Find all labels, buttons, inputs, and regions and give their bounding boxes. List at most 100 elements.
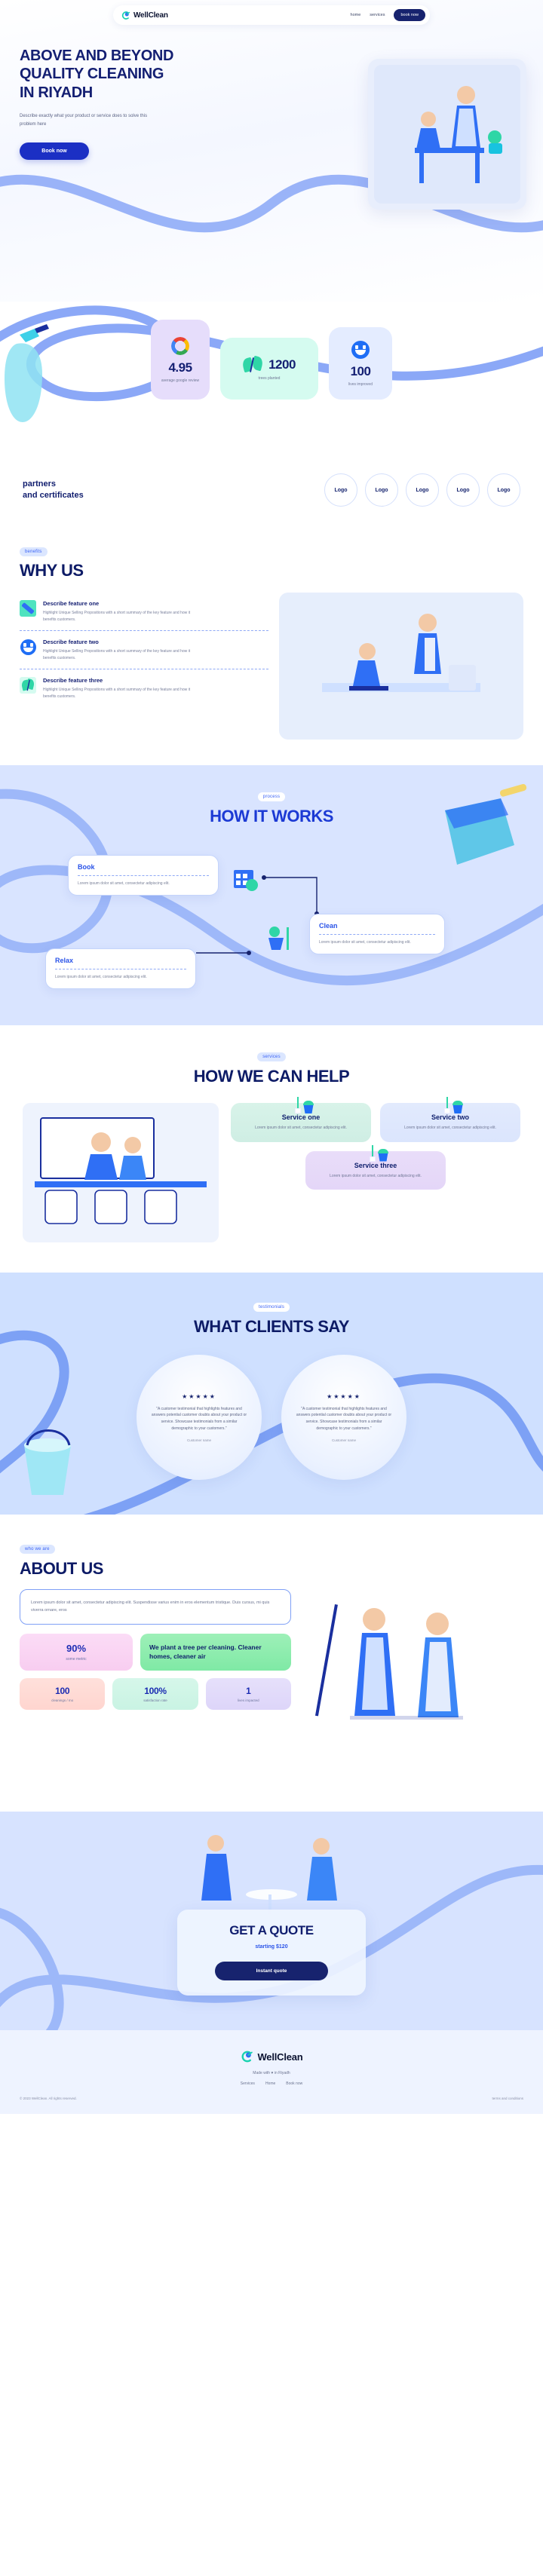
stat-inline: 1200: [241, 355, 296, 373]
about-tiles: 90% some metric We plant a tree per clea…: [20, 1633, 291, 1671]
service-desc: Lorem ipsum dolor sit amet, consectetur …: [255, 1126, 347, 1130]
why-us-section: benefits WHY US Describe feature one Hig…: [0, 529, 543, 765]
brand[interactable]: WellClean: [121, 11, 168, 20]
testimonial-author: Customer name: [186, 1438, 211, 1442]
about-metrics: 100 cleanings / mo 100% satisfaction rat…: [20, 1677, 291, 1710]
feature-desc: Highlight Unique Selling Propositions wi…: [43, 649, 191, 660]
metric-value: 100%: [144, 1685, 167, 1696]
partners-title-line-1: partners: [23, 479, 57, 489]
about-metric: 1 lives impacted: [205, 1677, 291, 1710]
why-us-illustration: [279, 593, 523, 740]
partner-logo[interactable]: Logo: [487, 473, 520, 507]
step-card-relax[interactable]: Relax Lorem ipsum dolor sit amet, consec…: [45, 948, 196, 989]
partner-logo-row: Logo Logo Logo Logo Logo: [324, 473, 520, 507]
service-card-one[interactable]: Service one Lorem ipsum dolor sit amet, …: [231, 1097, 371, 1142]
service-desc: Lorem ipsum dolor sit amet, consectetur …: [404, 1126, 496, 1130]
services-badge: services: [257, 1052, 286, 1061]
feature-text: Describe feature one Highlight Unique Se…: [43, 600, 194, 623]
service-card-two[interactable]: Service two Lorem ipsum dolor sit amet, …: [380, 1097, 520, 1142]
nav-link-home[interactable]: home: [351, 13, 361, 17]
service-cards: Service one Lorem ipsum dolor sit amet, …: [231, 1097, 520, 1190]
divider: [78, 875, 209, 876]
cleaners-illustration-svg: [415, 86, 502, 183]
partner-logo[interactable]: Logo: [446, 473, 480, 507]
hero-title: ABOVE AND BEYOND QUALITY CLEANING IN RIY…: [20, 47, 268, 102]
about-left: Lorem ipsum dolor sit amet, consectetur …: [20, 1589, 291, 1781]
about-header: who we are ABOUT US: [20, 1540, 523, 1579]
stat-card-google-review: 4.95 average google review: [151, 320, 210, 400]
testimonials-badge: testimonials: [253, 1303, 290, 1312]
step-desc: Lorem ipsum dolor sit amet, consectetur …: [78, 881, 170, 886]
nav-book-now-button[interactable]: book now: [394, 9, 425, 21]
how-it-works-steps: Book Lorem ipsum dolor sit amet, consect…: [38, 841, 505, 992]
partner-logo[interactable]: Logo: [324, 473, 357, 507]
testimonial-cards: ★★★★★ "A customer testimonial that highl…: [0, 1355, 543, 1480]
partner-logo[interactable]: Logo: [365, 473, 398, 507]
testimonial-text: "A customer testimonial that highlights …: [296, 1406, 392, 1431]
about-illustration: [305, 1589, 523, 1781]
footer-terms[interactable]: terms and conditions: [492, 2097, 523, 2100]
google-g-icon: [171, 336, 189, 355]
feature-item: Describe feature two Highlight Unique Se…: [20, 631, 268, 669]
divider: [319, 934, 435, 935]
services-section: services HOW WE CAN HELP Service one Lor…: [0, 1025, 543, 1273]
step-card-clean[interactable]: Clean Lorem ipsum dolor sit amet, consec…: [309, 914, 445, 954]
partner-logo[interactable]: Logo: [406, 473, 439, 507]
hero-title-line-1: ABOVE AND BEYOND: [20, 47, 173, 64]
service-title: Service one: [281, 1113, 321, 1121]
feature-desc: Highlight Unique Selling Propositions wi…: [43, 688, 191, 699]
metric-label: some metric: [66, 1656, 87, 1662]
why-us-badge: benefits: [20, 547, 48, 556]
service-title: Service two: [431, 1113, 470, 1121]
footer-link-home[interactable]: Home: [265, 2081, 275, 2086]
step-card-book[interactable]: Book Lorem ipsum dolor sit amet, consect…: [68, 855, 219, 896]
step-title: Relax: [55, 957, 74, 964]
why-us-title: WHY US: [20, 561, 84, 580]
stat-card-lives-improved: 100 lives improved: [329, 327, 392, 400]
service-card-three[interactable]: Service three Lorem ipsum dolor sit amet…: [305, 1144, 446, 1190]
footer-link-book-now[interactable]: Book now: [286, 2081, 302, 2086]
testimonials-header: testimonials WHAT CLIENTS SAY: [0, 1298, 543, 1337]
testimonial-card: ★★★★★ "A customer testimonial that highl…: [137, 1355, 262, 1480]
step-desc: Lorem ipsum dolor sit amet, consectetur …: [55, 975, 147, 979]
smiley-icon: [20, 639, 36, 655]
service-desc: Lorem ipsum dolor sit amet, consectetur …: [330, 1173, 422, 1178]
nav-link-services[interactable]: services: [370, 13, 385, 17]
service-title: Service three: [354, 1161, 397, 1169]
how-it-works-title: HOW IT WORKS: [210, 807, 333, 825]
testimonial-author: Customer name: [331, 1438, 356, 1442]
navbar: WellClean home services book now: [0, 0, 543, 30]
footer-brand[interactable]: WellClean: [0, 2050, 543, 2063]
about-section: who we are ABOUT US Lorem ipsum dolor si…: [0, 1515, 543, 1812]
metric-value: 100: [55, 1685, 70, 1696]
feature-item: Describe feature three Highlight Unique …: [20, 669, 268, 707]
partners-title: partners and certificates: [23, 479, 151, 502]
leaf-icon: [20, 677, 36, 694]
quote-card: GET A QUOTE starting $120 Instant quote: [177, 1910, 366, 1996]
services-illustration: [23, 1103, 219, 1242]
instant-quote-button[interactable]: Instant quote: [215, 1962, 328, 1980]
brand-name: WellClean: [133, 11, 168, 20]
about-eco-tile: We plant a tree per cleaning. Cleaner ho…: [140, 1633, 291, 1671]
quote-section: GET A QUOTE starting $120 Instant quote: [0, 1812, 543, 2030]
hero-title-line-2: QUALITY CLEANING: [20, 66, 164, 83]
about-body: Lorem ipsum dolor sit amet, consectetur …: [20, 1589, 523, 1781]
footer-copyright: © 2023 WellClean. All rights reserved.: [20, 2097, 77, 2100]
footer-brand-name: WellClean: [257, 2051, 303, 2063]
metric-label: satisfaction rate: [143, 1698, 167, 1702]
stat-value: 100: [350, 363, 371, 378]
metric-value: 90%: [66, 1642, 87, 1654]
stat-value: 1200: [268, 357, 296, 372]
landing-page: WellClean home services book now ABOVE A…: [0, 0, 543, 2114]
hero-subtitle: Describe exactly what your product or se…: [20, 114, 148, 127]
feature-desc: Highlight Unique Selling Propositions wi…: [43, 611, 191, 622]
stat-cards: 4.95 average google review 1200 trees pl…: [0, 302, 543, 400]
hero-copy: ABOVE AND BEYOND QUALITY CLEANING IN RIY…: [20, 47, 268, 160]
partners-title-line-2: and certificates: [23, 491, 84, 500]
stat-label: average google review: [161, 378, 200, 383]
feature-title: Describe feature two: [43, 639, 99, 645]
hero-book-now-button[interactable]: Book now: [20, 142, 89, 160]
footer-link-services[interactable]: Services: [241, 2081, 255, 2086]
how-it-works-badge: process: [257, 792, 286, 801]
feature-title: Describe feature three: [43, 677, 103, 684]
